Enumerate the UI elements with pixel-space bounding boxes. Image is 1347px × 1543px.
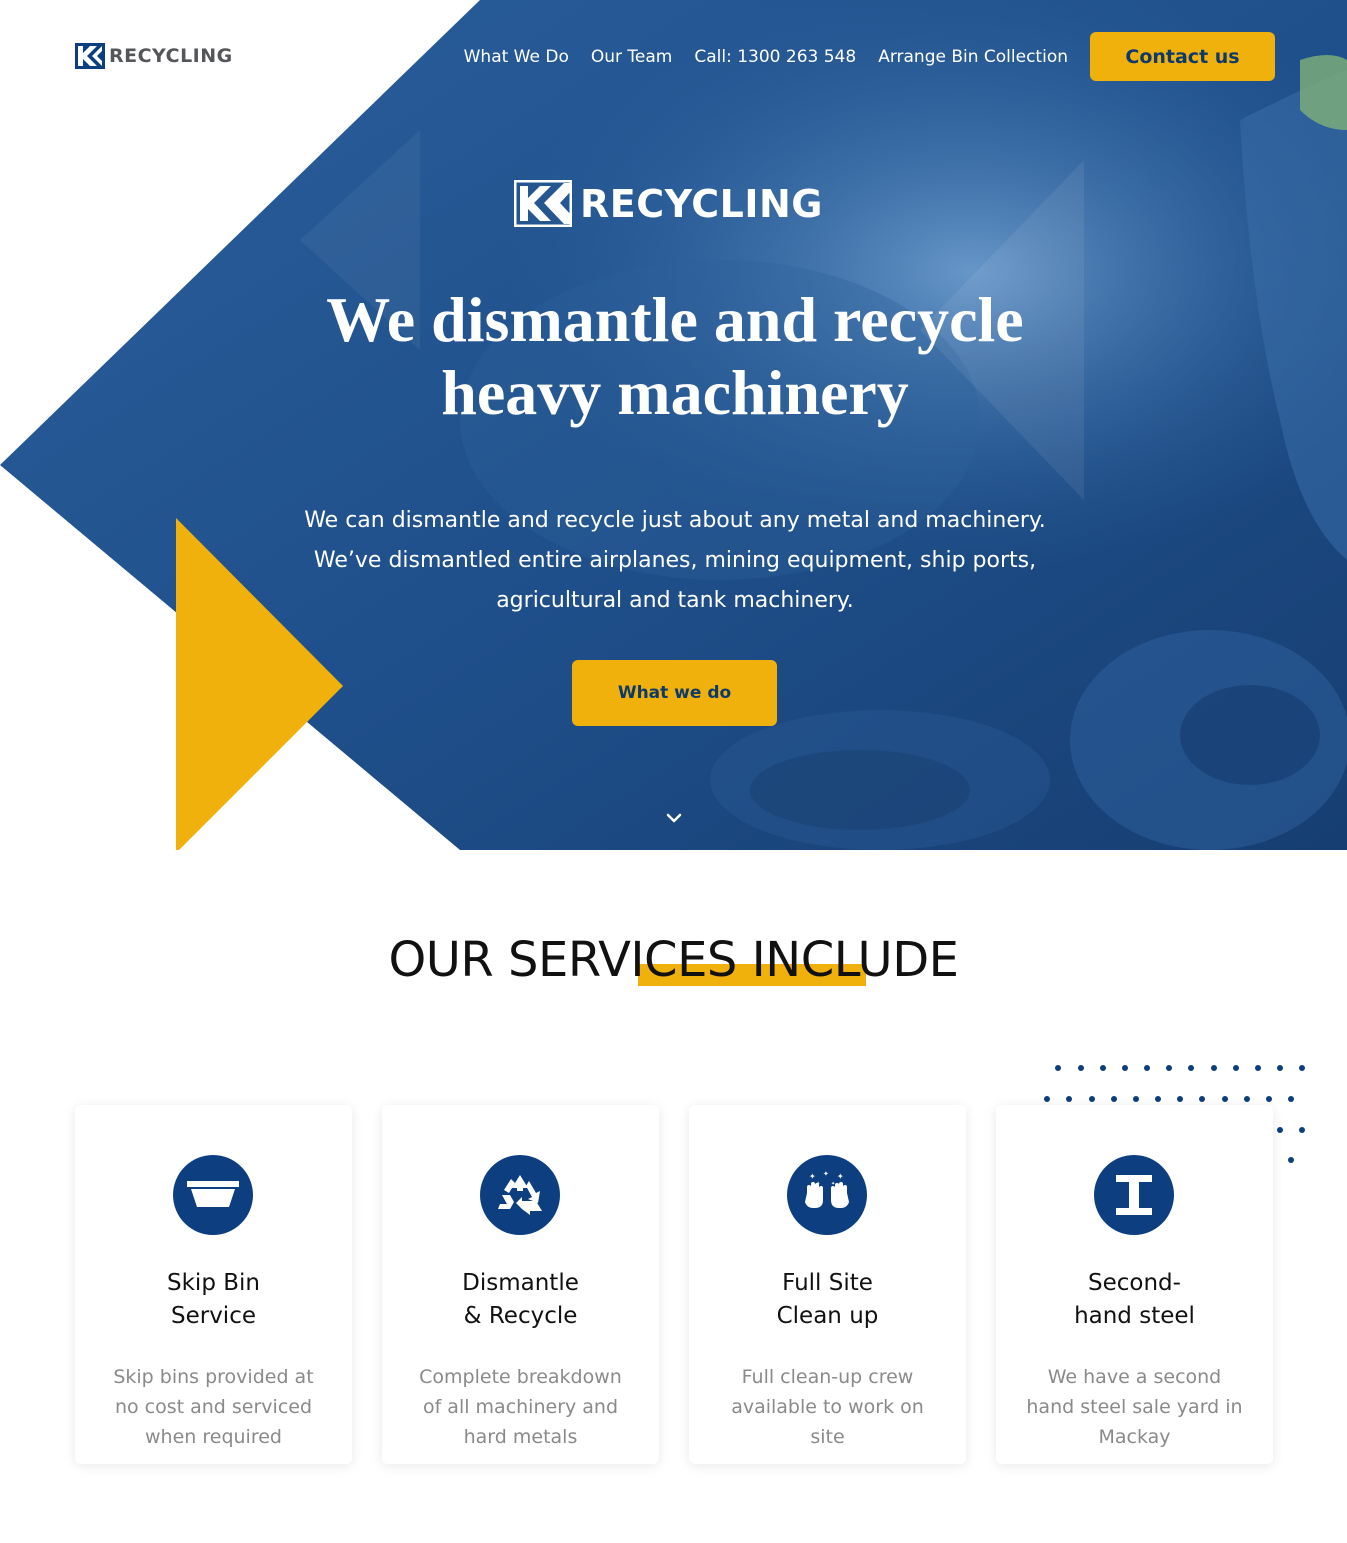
hero-title: We dismantle and recycle heavy machinery [250, 283, 1100, 429]
logo-text: RECYCLING [109, 45, 233, 67]
services-title: OUR SERVICES INCLUDE [388, 932, 959, 988]
card-title-line2: hand steel [1074, 1303, 1195, 1329]
hero-title-line1: We dismantle and recycle [326, 284, 1024, 355]
svg-text:✦: ✦ [837, 1172, 844, 1181]
card-title: Skip Bin Service [95, 1267, 332, 1333]
card-title-line2: Clean up [776, 1303, 879, 1329]
service-card-site-cleanup[interactable]: ✦ ✦ ✦ ✦ ✦ Full Site Clean up Full clean-… [689, 1105, 966, 1464]
card-description: Complete breakdown of all machinery and … [419, 1366, 622, 1448]
header-logo[interactable]: RECYCLING [75, 43, 233, 69]
what-we-do-button[interactable]: What we do [572, 660, 777, 726]
hero-section: RECYCLING What We Do Our Team Call: 1300… [0, 0, 1347, 850]
service-card-skip-bin[interactable]: Skip Bin Service Skip bins provided at n… [75, 1105, 352, 1464]
logo-mark-icon [75, 43, 105, 69]
svg-text:✦: ✦ [809, 1172, 816, 1181]
svg-text:✦: ✦ [823, 1170, 829, 1178]
card-description: Full clean-up crew available to work on … [731, 1366, 924, 1448]
hero-content: RECYCLING What We Do Our Team Call: 1300… [0, 0, 1347, 850]
card-title-line1: Dismantle [462, 1270, 579, 1296]
service-card-dismantle-recycle[interactable]: Dismantle & Recycle Complete breakdown o… [382, 1105, 659, 1464]
card-title-line1: Second- [1088, 1270, 1181, 1296]
hero-logo-text: RECYCLING [580, 181, 824, 226]
card-title-line1: Skip Bin [167, 1270, 260, 1296]
services-cards: Skip Bin Service Skip bins provided at n… [75, 1105, 1275, 1464]
logo-mark-icon [514, 180, 572, 227]
card-title: Full Site Clean up [709, 1267, 946, 1333]
service-card-second-hand-steel[interactable]: Second- hand steel We have a second hand… [996, 1105, 1273, 1464]
card-title: Second- hand steel [1016, 1267, 1253, 1333]
chevron-down-icon[interactable] [664, 808, 684, 828]
nav-arrange-bin-collection[interactable]: Arrange Bin Collection [878, 47, 1068, 67]
hero-title-line2: heavy machinery [441, 357, 909, 428]
hero-description: We can dismantle and recycle just about … [304, 508, 1046, 613]
nav-what-we-do[interactable]: What We Do [464, 47, 569, 67]
services-heading: OUR SERVICES INCLUDE [0, 932, 1347, 988]
nav-call[interactable]: Call: 1300 263 548 [694, 47, 856, 67]
nav-our-team[interactable]: Our Team [591, 47, 672, 67]
card-title: Dismantle & Recycle [402, 1267, 639, 1333]
contact-us-button[interactable]: Contact us [1090, 32, 1275, 81]
clean-hands-icon: ✦ ✦ ✦ ✦ ✦ [787, 1155, 867, 1235]
recycle-icon [480, 1155, 560, 1235]
card-description: We have a second hand steel sale yard in… [1026, 1366, 1243, 1448]
card-title-line2: Service [170, 1303, 256, 1329]
card-title-line1: Full Site [782, 1270, 873, 1296]
skip-bin-icon [173, 1155, 253, 1235]
card-description: Skip bins provided at no cost and servic… [113, 1366, 314, 1448]
card-title-line2: & Recycle [463, 1303, 578, 1329]
hero-logo: RECYCLING [514, 180, 823, 227]
steel-beam-icon [1094, 1155, 1174, 1235]
main-nav: What We Do Our Team Call: 1300 263 548 A… [464, 32, 1275, 81]
